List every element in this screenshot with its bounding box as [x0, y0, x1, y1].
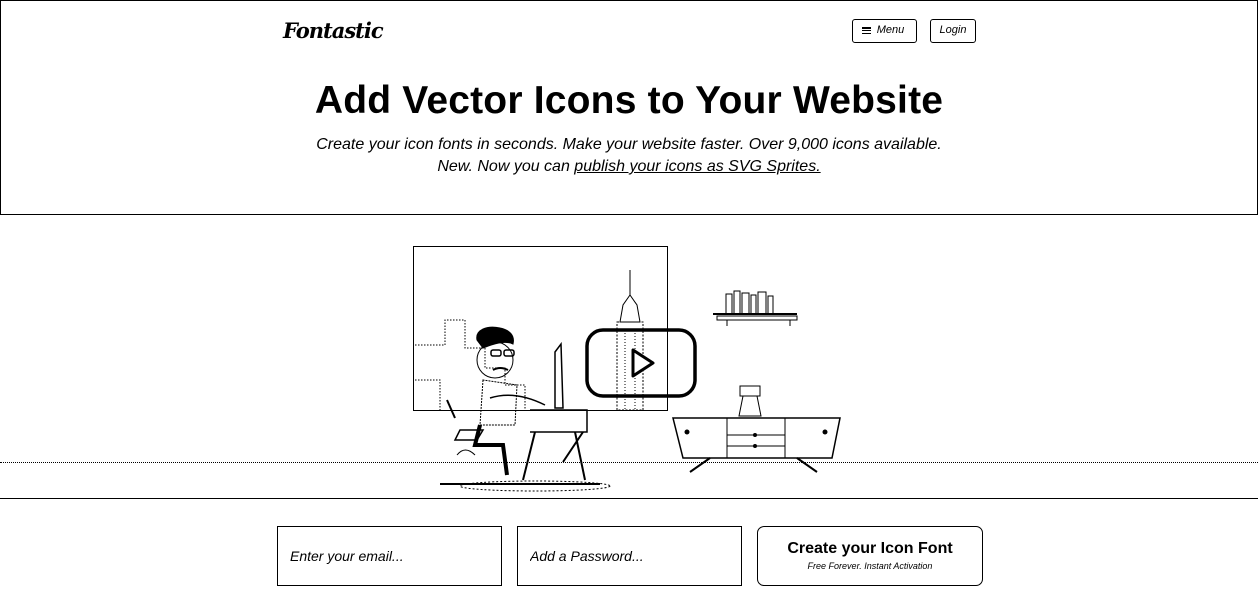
svg-sprites-link[interactable]: publish your icons as SVG Sprites.: [574, 158, 820, 175]
hamburger-icon: [862, 27, 871, 35]
password-field[interactable]: [517, 526, 742, 586]
menu-button[interactable]: Menu: [852, 19, 917, 43]
cta-subtitle: Free Forever. Instant Activation: [807, 561, 933, 571]
play-video-button[interactable]: [585, 328, 697, 398]
hero-subtitle-line2: New. Now you can: [437, 158, 575, 175]
hero-subtitle: Create your icon fonts in seconds. Make …: [0, 134, 1258, 178]
play-icon: [631, 348, 655, 378]
cta-title: Create your Icon Font: [787, 540, 953, 557]
menu-button-label: Menu: [876, 24, 905, 36]
create-icon-font-button[interactable]: Create your Icon Font Free Forever. Inst…: [757, 526, 983, 586]
hero-subtitle-line1: Create your icon fonts in seconds. Make …: [316, 136, 942, 153]
page-top-border: [0, 0, 1258, 1]
login-button[interactable]: Login: [930, 19, 976, 43]
hero-title: Add Vector Icons to Your Website: [314, 79, 944, 122]
illustration-divider: [0, 498, 1258, 499]
fontastic-logo[interactable]: Fontastic: [283, 18, 384, 44]
hero-divider: [0, 214, 1258, 215]
email-field[interactable]: [277, 526, 502, 586]
